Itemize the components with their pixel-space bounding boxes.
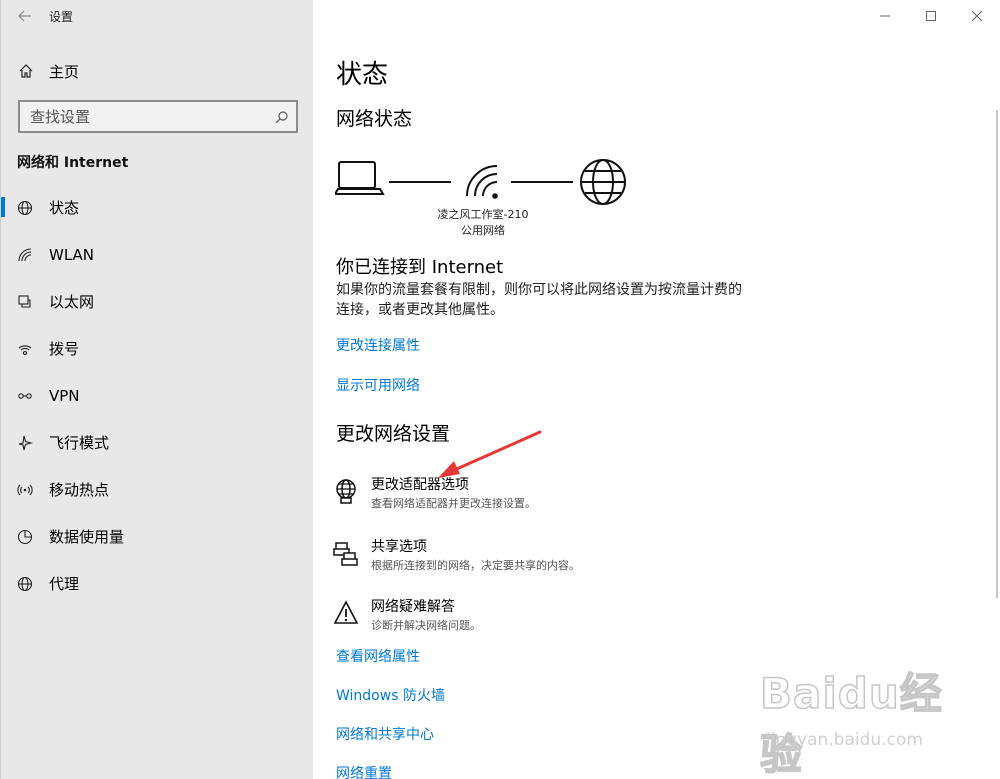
page-title: 状态 <box>336 60 389 90</box>
sidebar-item-label: 状态 <box>49 199 80 217</box>
sidebar: 设置 主页 网络和 Internet 状态 WLAN 以太网 拨号 <box>0 0 313 779</box>
sidebar-item-airplane[interactable]: 飞行模式 <box>1 419 314 466</box>
annotation-arrow <box>438 430 542 478</box>
sidebar-item-wlan[interactable]: WLAN <box>1 231 314 278</box>
sharing-icon <box>333 542 358 566</box>
network-type: 公用网络 <box>461 224 505 237</box>
wifi-signal-icon <box>466 165 498 199</box>
search-icon[interactable] <box>268 110 296 124</box>
window-controls <box>862 0 1000 32</box>
watermark-logo: Baidu经验 <box>759 668 943 779</box>
section-title: 网络和 Internet <box>17 155 129 171</box>
view-network-properties-link[interactable]: 查看网络属性 <box>336 646 420 666</box>
wifi-icon <box>1 247 49 263</box>
laptop-icon <box>335 161 385 195</box>
network-reset-link[interactable]: 网络重置 <box>336 763 392 779</box>
home-icon <box>1 63 49 79</box>
sidebar-item-label: WLAN <box>49 245 95 264</box>
show-available-networks-link[interactable]: 显示可用网络 <box>336 375 420 395</box>
warning-icon <box>333 600 359 624</box>
option-subtitle: 根据所连接到的网络，决定要共享的内容。 <box>371 559 580 572</box>
app-title: 设置 <box>49 9 74 24</box>
baidu-watermark: Baidu经验 jingyan.baidu.com <box>759 660 980 779</box>
sidebar-item-label: VPN <box>49 386 80 405</box>
network-name: 凌之风工作室-210 <box>437 208 529 221</box>
minimize-icon <box>880 15 890 17</box>
network-sharing-center-link[interactable]: 网络和共享中心 <box>336 724 434 744</box>
minimize-button[interactable] <box>862 0 908 32</box>
search-input[interactable] <box>20 107 268 126</box>
airplane-icon <box>1 435 49 451</box>
title-bar: 设置 <box>1 0 314 32</box>
back-arrow-icon <box>18 10 31 22</box>
maximize-button[interactable] <box>908 0 954 32</box>
sidebar-item-status[interactable]: 状态 <box>1 184 314 231</box>
option-sharing[interactable]: 共享选项 根据所连接到的网络，决定要共享的内容。 <box>333 536 753 580</box>
sidebar-item-proxy[interactable]: 代理 <box>1 560 314 607</box>
option-title: 共享选项 <box>371 539 427 555</box>
adapter-icon <box>336 479 356 504</box>
change-connection-properties-link[interactable]: 更改连接属性 <box>336 335 420 355</box>
sidebar-item-label: 飞行模式 <box>49 434 110 452</box>
vpn-icon <box>1 388 49 404</box>
sidebar-item-ethernet[interactable]: 以太网 <box>1 278 314 325</box>
option-subtitle: 诊断并解决网络问题。 <box>371 619 481 632</box>
sidebar-item-label: 以太网 <box>49 293 95 311</box>
sidebar-item-vpn[interactable]: VPN <box>1 372 314 419</box>
home-label: 主页 <box>49 62 80 81</box>
windows-firewall-link[interactable]: Windows 防火墙 <box>336 685 445 705</box>
search-box[interactable] <box>18 100 298 133</box>
sidebar-item-label: 代理 <box>49 575 80 593</box>
watermark-url: jingyan.baidu.com <box>766 730 923 750</box>
option-troubleshoot[interactable]: 网络疑难解答 诊断并解决网络问题。 <box>333 596 753 640</box>
close-button[interactable] <box>954 0 1000 32</box>
option-title: 网络疑难解答 <box>371 599 455 615</box>
dialup-icon <box>1 341 49 357</box>
connected-heading: 你已连接到 Internet <box>336 257 504 278</box>
sidebar-item-dialup[interactable]: 拨号 <box>1 325 314 372</box>
sidebar-item-data-usage[interactable]: 数据使用量 <box>1 513 314 560</box>
connected-description: 如果你的流量套餐有限制，则你可以将此网络设置为按流量计费的连接，或者更改其他属性… <box>336 282 742 318</box>
internet-globe-icon <box>580 159 626 205</box>
sidebar-nav: 状态 WLAN 以太网 拨号 VPN 飞行模式 移动热点 数据使用量 代理 <box>1 184 314 607</box>
network-label: 凌之风工作室-210 公用网络 <box>413 207 553 239</box>
data-usage-icon <box>1 529 49 545</box>
scrollbar[interactable] <box>996 110 998 598</box>
network-status-heading: 网络状态 <box>336 108 413 130</box>
sidebar-item-label: 拨号 <box>49 340 80 358</box>
sidebar-item-label: 数据使用量 <box>49 528 125 546</box>
option-subtitle: 查看网络适配器并更改连接设置。 <box>371 497 536 510</box>
back-button[interactable] <box>1 0 49 32</box>
sidebar-item-hotspot[interactable]: 移动热点 <box>1 466 314 513</box>
ethernet-icon <box>1 294 49 310</box>
hotspot-icon <box>1 482 49 498</box>
proxy-icon <box>1 576 49 592</box>
maximize-icon <box>926 11 936 21</box>
close-icon <box>972 11 982 21</box>
sidebar-item-label: 移动热点 <box>49 481 110 499</box>
globe-icon <box>1 200 49 216</box>
sidebar-home[interactable]: 主页 <box>1 52 314 90</box>
